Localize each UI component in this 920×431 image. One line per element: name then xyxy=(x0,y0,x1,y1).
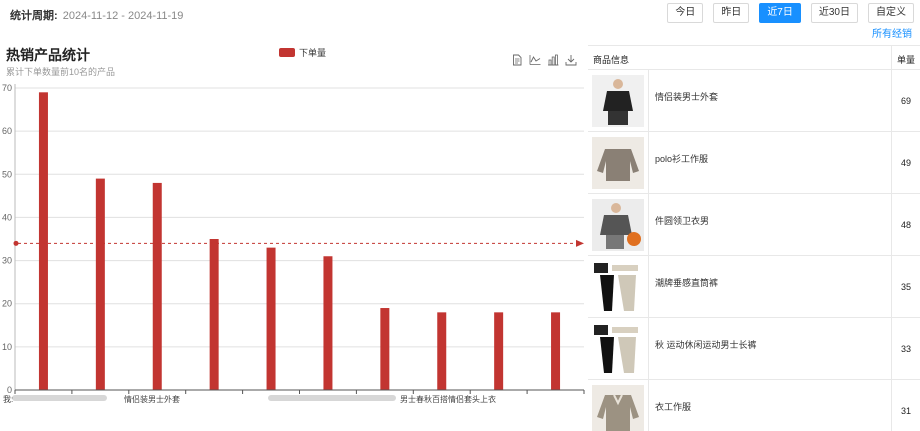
table-row[interactable]: 潮牌垂感直筒裤 35 xyxy=(588,256,920,318)
product-image-cell xyxy=(588,70,649,131)
blurred-label xyxy=(12,395,107,401)
product-thumbnail[interactable] xyxy=(592,260,644,313)
bar xyxy=(266,247,276,390)
bar xyxy=(323,256,333,390)
order-count: 31 xyxy=(900,405,911,416)
product-thumbnail[interactable] xyxy=(592,384,644,431)
y-tick-label: 60 xyxy=(2,126,12,136)
product-image-cell xyxy=(588,256,649,317)
line-chart-icon[interactable] xyxy=(529,54,541,66)
product-image-cell xyxy=(588,318,649,379)
bar xyxy=(437,312,447,390)
bar-chart-icon[interactable] xyxy=(547,54,559,66)
legend-label: 下单量 xyxy=(299,48,327,58)
product-name: 件圆领卫衣男 xyxy=(649,194,892,255)
bar xyxy=(494,312,504,390)
legend-swatch xyxy=(279,48,295,57)
table-header: 商品信息 单量 xyxy=(588,46,920,70)
bars xyxy=(38,92,561,391)
product-image-cell xyxy=(588,132,649,193)
order-count: 69 xyxy=(900,95,911,106)
bar xyxy=(551,312,561,390)
chart-title: 热销产品统计 xyxy=(6,47,90,63)
y-tick-label: 20 xyxy=(2,299,12,309)
range-30days-button[interactable]: 近30日 xyxy=(810,3,858,23)
all-dealers-link[interactable]: 所有经销 xyxy=(872,25,912,40)
product-name: 秋 运动休闲运动男士长裤 xyxy=(649,318,892,379)
y-axis-ticks: 0 10 20 30 40 50 60 70 xyxy=(2,83,16,395)
header-product-info: 商品信息 xyxy=(588,46,892,69)
product-thumbnail[interactable] xyxy=(592,136,644,189)
stat-period: 统计周期: 2024-11-12 - 2024-11-19 xyxy=(10,7,183,23)
average-line-arrow xyxy=(576,239,584,247)
range-7days-button[interactable]: 近7日 xyxy=(759,3,801,23)
bar-chart: 0 10 20 30 40 50 60 70 我: 情侣装男士外套 男士春秋百搭情侣套头上衣 xyxy=(2,83,585,403)
product-thumbnail[interactable] xyxy=(592,74,644,127)
product-thumbnail[interactable] xyxy=(592,198,644,251)
product-thumbnail[interactable] xyxy=(592,322,644,375)
range-yesterday-button[interactable]: 昨日 xyxy=(713,3,750,23)
product-table: 商品信息 单量 情侣装男士外套 69 polo衫工作服 49 件圆领卫衣男 48 潮牌垂感直… xyxy=(588,45,920,431)
order-count: 33 xyxy=(900,343,911,354)
y-tick-label: 30 xyxy=(2,256,12,266)
data-view-icon[interactable] xyxy=(511,54,523,66)
y-tick-label: 50 xyxy=(2,169,12,179)
bar xyxy=(152,182,162,390)
product-name: 潮牌垂感直筒裤 xyxy=(649,256,892,317)
y-tick-label: 70 xyxy=(2,83,12,93)
x-tick-label: 男士春秋百搭情侣套头上衣 xyxy=(400,394,496,403)
table-body: 情侣装男士外套 69 polo衫工作服 49 件圆领卫衣男 48 潮牌垂感直筒裤 35 秋 运动… xyxy=(588,70,920,431)
range-custom-button[interactable]: 自定义 xyxy=(868,3,914,23)
range-today-button[interactable]: 今日 xyxy=(667,3,704,23)
date-range-buttons: 今日 昨日 近7日 近30日 自定义 xyxy=(667,3,914,23)
product-image-cell xyxy=(588,194,649,255)
bar xyxy=(380,308,390,390)
product-image-cell xyxy=(588,380,649,431)
chart-legend[interactable]: 下单量 xyxy=(279,46,326,59)
table-row[interactable]: polo衫工作服 49 xyxy=(588,132,920,194)
table-row[interactable]: 情侣装男士外套 69 xyxy=(588,70,920,132)
x-tick-label: 情侣装男士外套 xyxy=(124,394,180,403)
download-icon[interactable] xyxy=(565,54,577,66)
table-row[interactable]: 件圆领卫衣男 48 xyxy=(588,194,920,256)
y-tick-label: 10 xyxy=(2,342,12,352)
product-name: 衣工作服 xyxy=(649,380,892,431)
order-count: 35 xyxy=(900,281,911,292)
blurred-label xyxy=(268,395,396,401)
table-row[interactable]: 衣工作服 31 xyxy=(588,380,920,431)
x-tick-label: 我: xyxy=(3,394,13,403)
stat-period-value: 2024-11-12 - 2024-11-19 xyxy=(62,10,184,22)
header-order-count: 单量 xyxy=(897,55,916,65)
bar xyxy=(38,92,48,391)
y-tick-label: 40 xyxy=(2,212,12,222)
product-name: 情侣装男士外套 xyxy=(649,70,892,131)
chart-subtitle: 累计下单数量前10名的产品 xyxy=(6,67,116,77)
stat-period-label: 统计周期: xyxy=(10,10,58,22)
product-name: polo衫工作服 xyxy=(649,132,892,193)
order-count: 49 xyxy=(900,157,911,168)
order-count: 48 xyxy=(900,219,911,230)
table-row[interactable]: 秋 运动休闲运动男士长裤 33 xyxy=(588,318,920,380)
chart-toolbox xyxy=(511,54,577,66)
x-axis: 我: 情侣装男士外套 男士春秋百搭情侣套头上衣 xyxy=(3,389,585,403)
bar xyxy=(95,178,105,390)
bar xyxy=(209,239,219,390)
y-tick-label: 0 xyxy=(7,385,12,395)
average-line-start xyxy=(13,240,19,246)
